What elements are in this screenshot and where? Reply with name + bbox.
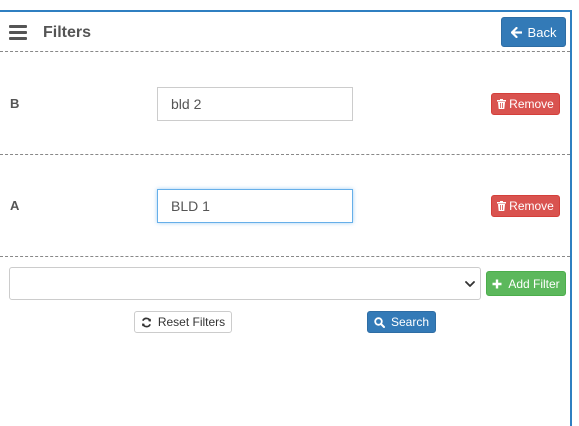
remove-filter-a-button[interactable]: Remove <box>491 195 560 217</box>
frame-right-border <box>570 10 572 426</box>
filter-input-b[interactable] <box>157 87 353 121</box>
reset-filters-label: Reset Filters <box>157 315 226 329</box>
filter-label-b: B <box>10 96 20 111</box>
add-filter-button-label: Add Filter <box>508 276 560 291</box>
page-title: Filters <box>43 24 92 41</box>
reset-filters-button[interactable]: Reset Filters <box>134 311 232 333</box>
filters-header: Filters Back <box>0 12 570 52</box>
remove-button-label: Remove <box>509 97 554 111</box>
chevron-down-icon <box>465 281 475 287</box>
trash-icon <box>497 201 507 211</box>
hamburger-icon[interactable] <box>9 25 27 40</box>
remove-filter-b-button[interactable]: Remove <box>491 93 560 115</box>
plus-icon <box>492 279 502 288</box>
add-filter-button[interactable]: Add Filter <box>486 271 566 296</box>
search-button[interactable]: Search <box>367 311 436 333</box>
arrow-left-icon <box>510 26 522 38</box>
filter-row-b: B Remove <box>0 53 570 155</box>
filter-type-select[interactable] <box>9 267 481 300</box>
trash-icon <box>497 99 507 109</box>
filter-row-a: A Remove <box>0 155 570 257</box>
filter-input-a[interactable] <box>157 189 353 223</box>
search-icon <box>374 316 385 328</box>
back-button-label: Back <box>527 24 557 40</box>
remove-button-label: Remove <box>509 199 554 213</box>
search-button-label: Search <box>390 315 430 329</box>
back-button[interactable]: Back <box>501 17 566 47</box>
refresh-icon <box>141 317 151 327</box>
filter-label-a: A <box>10 198 20 213</box>
